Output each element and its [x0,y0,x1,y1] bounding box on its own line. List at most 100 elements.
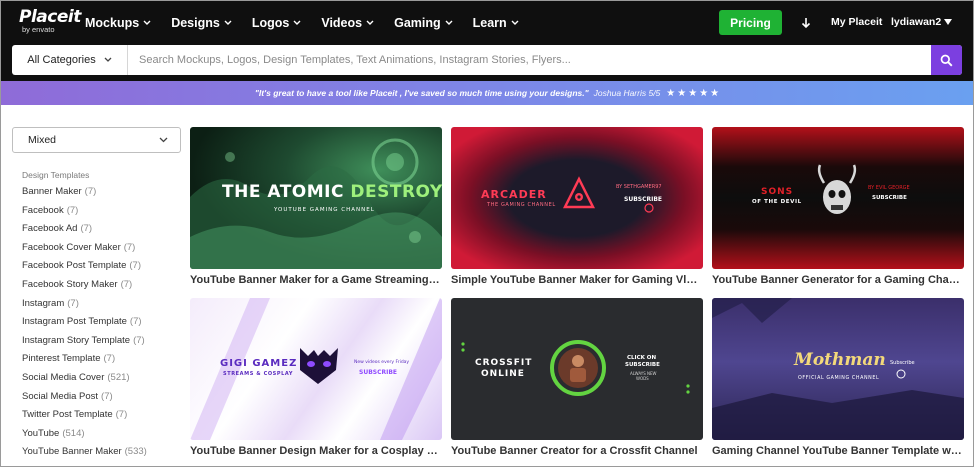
sidebar-item-youtube[interactable]: YouTube (514) [22,425,182,444]
sidebar-item-label: Instagram [22,297,65,309]
sidebar-item-instagram-post-template[interactable]: Instagram Post Template (7) [22,313,182,332]
template-card[interactable]: Mothman OFFICIAL GAMING CHANNEL Subscrib… [712,298,964,457]
username-label: lydiawan2 [891,16,942,28]
thumbnail-cta: SUBSCRIBE [624,196,663,203]
thumbnail-subtitle: STREAMS & COSPLAY [223,371,294,377]
caret-down-icon [944,19,953,25]
chevron-down-icon [104,57,112,62]
menu-learn[interactable]: Learn [473,16,519,30]
sidebar-item-instagram[interactable]: Instagram (7) [22,295,182,314]
sidebar-item-count: (7) [133,334,145,346]
sidebar-item-social-media-post[interactable]: Social Media Post (7) [22,388,182,407]
menu-videos-label: Videos [321,15,363,30]
sidebar-item-twitter-post-template[interactable]: Twitter Post Template (7) [22,406,182,425]
sidebar-item-facebook-post-template[interactable]: Facebook Post Template (7) [22,257,182,276]
testimonial-author: Joshua Harris 5/5 [593,88,661,98]
placeit-logo[interactable]: Placeit by envato [19,7,81,34]
menu-gaming-label: Gaming [394,15,441,30]
thumbnail-headline: Mothman [794,350,886,370]
download-icon[interactable] [800,16,812,30]
search-container: All Categories [12,45,962,75]
pricing-button[interactable]: Pricing [719,10,782,35]
sidebar-item-facebook-story-maker[interactable]: Facebook Story Maker (7) [22,276,182,295]
menu-videos[interactable]: Videos [321,16,374,30]
chevron-down-icon [366,20,374,25]
sidebar-item-facebook-ad[interactable]: Facebook Ad (7) [22,220,182,239]
sort-select[interactable]: Mixed [12,127,181,153]
top-navigation-bar: Placeit by envato Mockups Designs Logos … [1,1,973,44]
thumbnail-artwork [190,298,442,440]
card-title[interactable]: YouTube Banner Design Maker for a Cospla… [190,445,442,457]
thumbnail-byline: BY SETHGAMER97 [616,184,662,190]
thumbnail-cta-line2: SUBSCRIBE [625,362,660,368]
sidebar-item-count: (521) [107,371,130,383]
sidebar-item-label: Facebook Ad [22,223,78,235]
sidebar-item-label: Social Media Post [22,390,99,402]
search-icon [940,54,953,66]
thumbnail-headline: ARCADER [481,188,547,201]
menu-mockups[interactable]: Mockups [85,16,151,30]
template-card[interactable]: SONS OF THE DEVIL BY EVIL GEORGE SUBSCRI… [712,127,964,286]
menu-logos[interactable]: Logos [252,16,302,30]
sidebar-item-label: Facebook Story Maker [22,278,118,290]
sidebar-item-count: (7) [67,297,79,309]
app-window: Placeit by envato Mockups Designs Logos … [0,0,974,467]
menu-designs[interactable]: Designs [171,16,232,30]
template-card[interactable]: ARCADER THE GAMING CHANNEL BY SETHGAMER9… [451,127,703,286]
main-menu: Mockups Designs Logos Videos Gaming Lear… [85,1,539,44]
sidebar-item-label: Facebook Post Template [22,260,127,272]
sidebar-item-count: (7) [101,390,113,402]
card-title[interactable]: YouTube Banner Generator for a Gaming Ch… [712,274,964,286]
sidebar-item-count: (7) [80,223,93,235]
thumbnail-subtitle: OFFICIAL GAMING CHANNEL [798,376,880,381]
sidebar-item-pinterest-template[interactable]: Pinterest Template (7) [22,350,182,369]
sidebar-item-label: Facebook Cover Maker [22,241,121,253]
category-select[interactable]: All Categories [12,45,128,75]
sidebar-item-count: (514) [62,427,85,439]
thumbnail-headline: SONS [761,187,794,197]
category-select-value: All Categories [27,54,96,66]
thumbnail-artwork [817,164,857,214]
sidebar-item-social-media-cover[interactable]: Social Media Cover (521) [22,369,182,388]
chevron-down-icon [445,20,453,25]
menu-designs-label: Designs [171,15,220,30]
thumbnail-headline: CROSSFIT [475,358,533,368]
rating-stars: ★★★★★ [666,87,722,99]
sidebar-item-label: Banner Maker [22,186,82,197]
my-placeit-link[interactable]: My Placeit [831,16,882,28]
sort-select-value: Mixed [28,134,57,146]
menu-logos-label: Logos [251,15,290,30]
menu-gaming[interactable]: Gaming [394,16,453,30]
template-card[interactable]: CROSSFIT ONLINE CLICK ON SUBSCRIBE ALWAY… [451,298,703,457]
search-input[interactable] [129,45,932,75]
thumbnail-byline: BY EVIL GEORGE [868,185,910,191]
card-title[interactable]: YouTube Banner Creator for a Crossfit Ch… [451,445,703,457]
category-list: Banner Maker (7) Facebook (7) Facebook Ad(… [22,183,182,462]
card-title[interactable]: Gaming Channel YouTube Banner Template w… [712,445,964,457]
sidebar-item-facebook[interactable]: Facebook (7) [22,202,182,221]
sidebar-item-banner-maker[interactable]: Banner Maker (7) [22,183,182,202]
template-thumbnail: Mothman OFFICIAL GAMING CHANNEL Subscrib… [712,298,964,440]
thumbnail-headline-accent: DESTROYER [350,182,442,202]
sidebar-item-facebook-cover-maker[interactable]: Facebook Cover Maker (7) [22,239,182,258]
user-menu[interactable]: lydiawan2 [891,16,953,28]
sidebar-item-label: Instagram Story Template [22,334,131,346]
search-button[interactable] [931,45,962,75]
card-title[interactable]: YouTube Banner Maker for a Game Streamin… [190,274,442,286]
chevron-down-icon [143,20,151,25]
template-card[interactable]: GIGI GAMEZ STREAMS & COSPLAY New videos … [190,298,442,457]
sidebar-item-label: Facebook [22,204,64,216]
sidebar-item-label: Pinterest Template [22,353,101,365]
thumbnail-headline: GIGI GAMEZ [220,358,298,369]
sidebar-item-instagram-story-template[interactable]: Instagram Story Template (7) [22,332,182,351]
card-title[interactable]: Simple YouTube Banner Maker for Gaming V… [451,274,703,286]
thumbnail-cta-line1: CLICK ON [627,355,657,361]
chevron-down-icon [224,20,232,25]
template-thumbnail: SONS OF THE DEVIL BY EVIL GEORGE SUBSCRI… [712,127,964,269]
sidebar-item-youtube-banner-maker[interactable]: YouTube Banner Maker (533) [22,443,182,462]
sidebar-item-label: Social Media Cover [22,371,105,383]
thumbnail-cta-line4: WODS [636,376,649,381]
template-thumbnail: CROSSFIT ONLINE CLICK ON SUBSCRIBE ALWAY… [451,298,703,440]
thumbnail-cta: SUBSCRIBE [359,369,398,376]
template-card[interactable]: THE ATOMIC DESTROYER YOUTUBE GAMING CHAN… [190,127,442,286]
